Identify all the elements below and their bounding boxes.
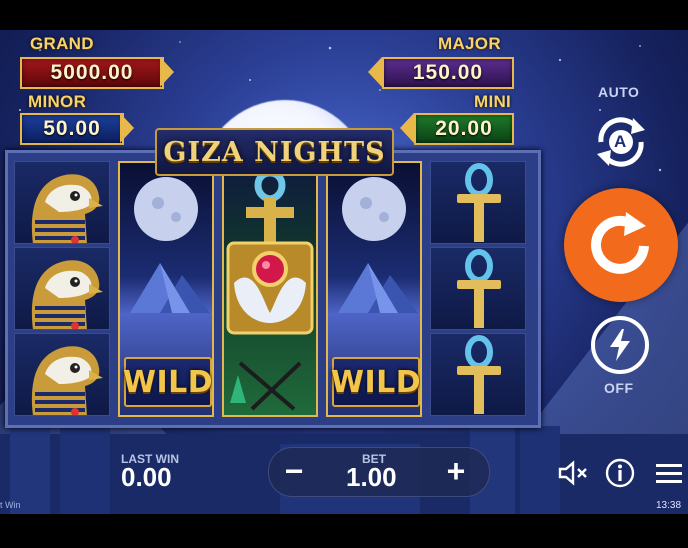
reel-5: [430, 161, 526, 417]
falcon-symbol: [14, 333, 110, 416]
jackpot-mini-label: MINI: [474, 92, 512, 111]
wild-moon-pyramid-icon: WILD: [118, 161, 214, 417]
autoplay-button[interactable]: A: [589, 110, 653, 174]
auto-letter: A: [614, 132, 627, 151]
falcon-icon: [31, 174, 103, 243]
plate-tip: [160, 57, 174, 87]
reel-4: WILD: [326, 161, 422, 417]
lightning-icon: [610, 329, 630, 361]
turbo-label: OFF: [604, 380, 634, 396]
scarab-art: [226, 169, 314, 411]
plate-tip: [368, 57, 382, 87]
auto-label: AUTO: [598, 84, 640, 100]
spin-icon: [591, 212, 649, 274]
increase-bet-button[interactable]: +: [434, 450, 478, 492]
plate-tip: [400, 113, 414, 143]
falcon-symbol: [14, 161, 110, 244]
turbo-button[interactable]: [591, 316, 649, 374]
reel-1: [14, 161, 110, 417]
falcon-icon: [31, 260, 103, 329]
corner-text: t Win: [0, 500, 21, 510]
game-stage: GRAND 5000.00 MINOR 50.00 MAJOR 150.00 M…: [0, 30, 688, 514]
ankh-symbol: [430, 247, 526, 330]
wild-label: WILD: [331, 357, 420, 407]
jackpot-minor-value: 50.00: [20, 113, 124, 145]
jackpot-grand-value: 5000.00: [20, 57, 164, 89]
sound-button[interactable]: [556, 458, 590, 488]
ankh-icon: [457, 335, 501, 414]
reels-frame: WILD WILD: [5, 150, 541, 428]
hamburger-menu-icon: [656, 464, 682, 483]
reel-3: [222, 161, 318, 417]
ankh-icon: [457, 163, 501, 242]
last-win-value: 0.00: [121, 462, 172, 492]
menu-button[interactable]: [654, 458, 684, 488]
decrease-bet-button[interactable]: −: [272, 450, 316, 492]
scarab-wild-icon: [222, 161, 318, 417]
jackpot-major-label: MAJOR: [438, 34, 501, 53]
speaker-muted-icon: [558, 460, 587, 486]
ankh-icon: [457, 249, 501, 328]
info-button[interactable]: [604, 457, 636, 489]
falcon-symbol: [14, 247, 110, 330]
spin-button[interactable]: [564, 188, 678, 302]
plate-tip: [120, 113, 134, 143]
clock: 13:38: [656, 500, 682, 511]
jackpot-grand-label: GRAND: [30, 34, 94, 53]
ankh-symbol: [430, 333, 526, 416]
jackpot-major-value: 150.00: [382, 57, 514, 89]
reel-2: WILD: [118, 161, 214, 417]
jackpot-minor-label: MINOR: [28, 92, 87, 111]
jackpot-mini-value: 20.00: [414, 113, 514, 145]
bet-value: 1.00: [346, 462, 397, 492]
ankh-symbol: [430, 161, 526, 244]
wild-moon-pyramid-icon: WILD: [326, 161, 422, 417]
wild-label: WILD: [123, 357, 212, 407]
falcon-icon: [31, 346, 103, 415]
info-icon: [605, 458, 635, 488]
game-logo: GIZA NIGHTS: [155, 128, 394, 176]
